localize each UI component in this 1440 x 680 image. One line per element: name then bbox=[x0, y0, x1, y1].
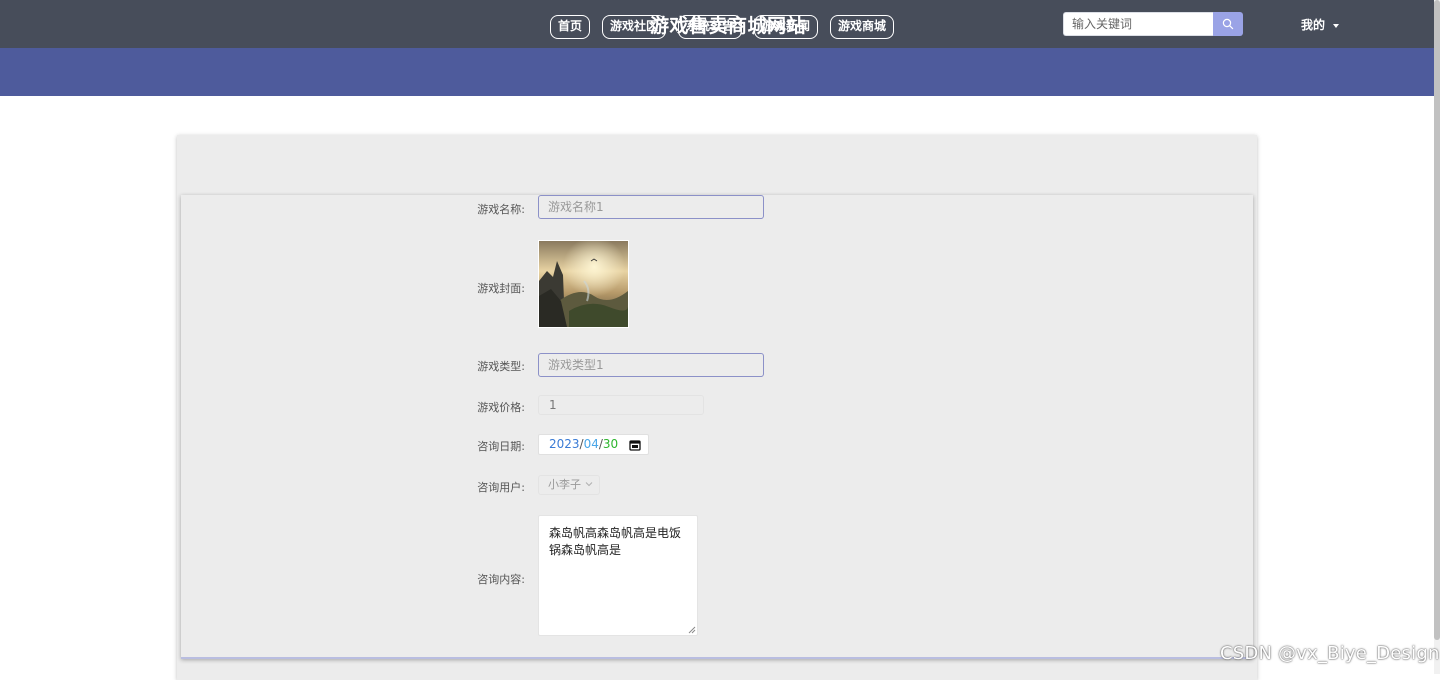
consult-content-label: 咨询内容: bbox=[477, 573, 525, 586]
scrollbar-thumb[interactable] bbox=[1434, 0, 1440, 640]
consult-content-textarea[interactable]: 森岛帆高森岛帆高是电饭锅森岛帆高是 bbox=[538, 515, 698, 636]
calendar-icon[interactable] bbox=[629, 439, 641, 451]
game-price-label: 游戏价格: bbox=[477, 401, 525, 414]
game-type-input[interactable]: 游戏类型1 bbox=[538, 353, 764, 377]
date-day: 30 bbox=[602, 437, 619, 451]
consult-user-value: 小李子 bbox=[548, 478, 581, 491]
nav-item-shop[interactable]: 游戏商城 bbox=[830, 15, 895, 39]
nav-item-home[interactable]: 首页 bbox=[549, 15, 590, 39]
nav-menu: 首页 游戏社区 系统公告 游戏新闻 游戏商城 bbox=[0, 15, 1440, 39]
game-cover-label: 游戏封面: bbox=[477, 282, 525, 295]
chevron-down-icon bbox=[585, 482, 593, 487]
consult-date-input[interactable]: 2023/04/30 bbox=[538, 434, 649, 455]
watermark: CSDN @vx_Biye_Design bbox=[1220, 643, 1440, 664]
resize-handle-icon[interactable] bbox=[688, 626, 696, 634]
game-cover-image[interactable] bbox=[538, 240, 629, 328]
nav-bar bbox=[0, 48, 1434, 96]
date-year: 2023 bbox=[549, 437, 580, 451]
consult-user-select[interactable]: 小李子 bbox=[538, 475, 600, 495]
game-price-field: 1 bbox=[538, 395, 704, 415]
game-cover-picture bbox=[539, 241, 629, 327]
consult-form-panel bbox=[181, 195, 1253, 659]
nav-item-community[interactable]: 游戏社区 bbox=[601, 15, 666, 39]
game-name-input[interactable]: 游戏名称1 bbox=[538, 195, 764, 219]
game-type-label: 游戏类型: bbox=[477, 360, 525, 373]
consult-user-label: 咨询用户: bbox=[477, 481, 525, 494]
date-month: 04 bbox=[583, 437, 599, 451]
nav-item-announcement[interactable]: 系统公告 bbox=[677, 15, 742, 39]
consult-date-label: 咨询日期: bbox=[477, 440, 525, 453]
nav-item-news[interactable]: 游戏新闻 bbox=[754, 15, 819, 39]
game-name-label: 游戏名称: bbox=[477, 203, 525, 216]
